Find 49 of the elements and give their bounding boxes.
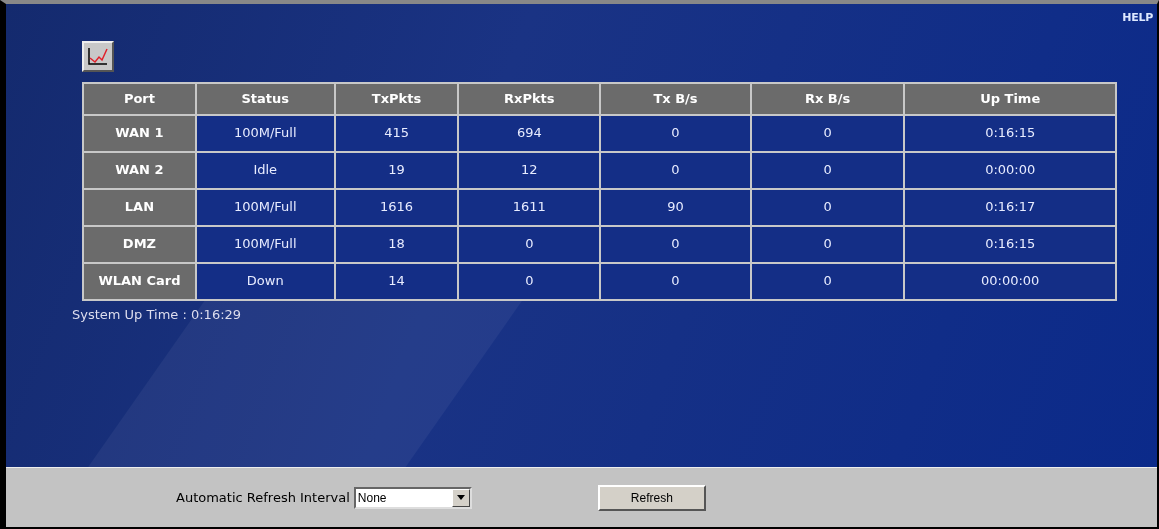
column-header: Port: [83, 82, 196, 115]
refresh-button[interactable]: Refresh: [597, 484, 706, 511]
column-header: Status: [195, 82, 335, 115]
column-header: Up Time: [904, 82, 1116, 115]
table-cell: 100M/Full: [195, 188, 335, 226]
table-cell: 0: [750, 114, 905, 152]
port-cell: WLAN Card: [83, 262, 196, 300]
table-cell: 0: [600, 114, 751, 152]
table-cell: 0:16:15: [904, 114, 1116, 152]
table-cell: Down: [195, 262, 335, 300]
graph-button[interactable]: [82, 40, 114, 72]
port-cell: LAN: [83, 188, 196, 226]
table-cell: 415: [334, 114, 459, 152]
table-cell: 0:16:17: [904, 188, 1116, 226]
table-cell: 18: [334, 225, 459, 263]
line-graph-icon: [87, 46, 109, 66]
table-cell: 100M/Full: [195, 225, 335, 263]
table-cell: 0:00:00: [904, 151, 1116, 189]
table-cell: 0: [750, 151, 905, 189]
table-cell: 0: [750, 225, 905, 263]
table-cell: 100M/Full: [195, 114, 335, 152]
table-cell: 0: [750, 262, 905, 300]
table-cell: 90: [600, 188, 751, 226]
system-up-time: System Up Time : 0:16:29: [72, 305, 243, 324]
table-cell: 19: [334, 151, 459, 189]
table-cell: 12: [458, 151, 601, 189]
column-header: RxPkts: [458, 82, 601, 115]
column-header: Tx B/s: [600, 82, 751, 115]
help-link[interactable]: HELP: [1122, 10, 1153, 27]
table-cell: 0: [600, 225, 751, 263]
table-cell: Idle: [195, 151, 335, 189]
port-cell: DMZ: [83, 225, 196, 263]
table-cell: 0: [600, 151, 751, 189]
table-cell: 0: [600, 262, 751, 300]
refresh-interval-label: Automatic Refresh Interval: [176, 488, 350, 507]
table-cell: 14: [334, 262, 459, 300]
refresh-interval-dropdown[interactable]: None: [353, 486, 472, 509]
table-cell: 0:16:15: [904, 225, 1116, 263]
table-cell: 00:00:00: [904, 262, 1116, 300]
table-cell: 1611: [458, 188, 601, 226]
column-header: TxPkts: [334, 82, 459, 115]
table-cell: 0: [458, 262, 601, 300]
column-header: Rx B/s: [750, 82, 905, 115]
table-cell: 1616: [334, 188, 459, 226]
port-cell: WAN 1: [83, 114, 196, 152]
table-cell: 694: [458, 114, 601, 152]
port-cell: WAN 2: [83, 151, 196, 189]
table-cell: 0: [750, 188, 905, 226]
table-cell: 0: [458, 225, 601, 263]
